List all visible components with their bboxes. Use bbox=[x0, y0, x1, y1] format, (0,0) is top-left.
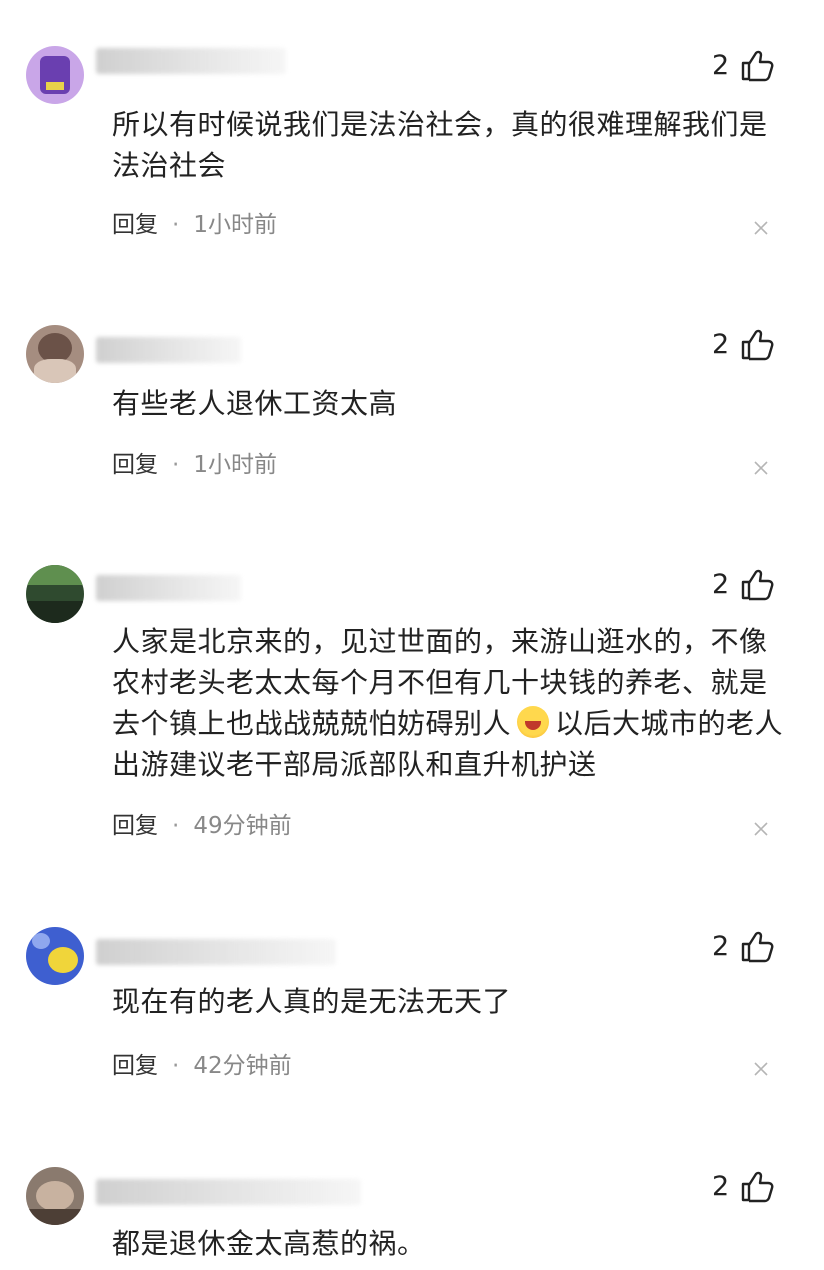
separator-dot: · bbox=[172, 212, 180, 238]
separator-dot: · bbox=[172, 452, 180, 478]
username-blurred[interactable] bbox=[96, 1179, 361, 1205]
thumbs-up-icon[interactable] bbox=[740, 569, 774, 601]
thumbs-up-icon[interactable] bbox=[740, 1171, 774, 1203]
separator-dot: · bbox=[172, 1053, 180, 1079]
comment-text: 现在有的老人真的是无法无天了 bbox=[112, 985, 512, 1018]
comment-time: 1小时前 bbox=[193, 212, 277, 238]
close-icon[interactable] bbox=[754, 221, 768, 235]
thumbs-up-icon[interactable] bbox=[740, 931, 774, 963]
username-blurred[interactable] bbox=[96, 939, 336, 965]
reply-button[interactable]: 回复 bbox=[112, 1051, 158, 1081]
comment-meta: 回复 · 42分钟前 bbox=[112, 1051, 292, 1081]
username-blurred[interactable] bbox=[96, 48, 286, 74]
username-blurred[interactable] bbox=[96, 337, 241, 363]
reply-button[interactable]: 回复 bbox=[112, 811, 158, 841]
comment-time: 1小时前 bbox=[193, 452, 277, 478]
close-icon[interactable] bbox=[754, 461, 768, 475]
close-icon[interactable] bbox=[754, 1062, 768, 1076]
comment-meta: 回复 · 1小时前 bbox=[112, 210, 277, 240]
reply-button[interactable]: 回复 bbox=[112, 210, 158, 240]
avatar[interactable] bbox=[26, 1167, 84, 1225]
avatar[interactable] bbox=[26, 927, 84, 985]
comment-text: 所以有时候说我们是法治社会，真的很难理解我们是法治社会 bbox=[112, 108, 768, 182]
username-blurred[interactable] bbox=[96, 575, 241, 601]
like-count: 2 bbox=[712, 569, 730, 600]
thumbs-up-icon[interactable] bbox=[740, 50, 774, 82]
laughing-crying-emoji bbox=[517, 706, 550, 738]
like-count: 2 bbox=[712, 931, 730, 962]
comment-time: 42分钟前 bbox=[193, 1053, 292, 1079]
comment-text: 都是退休金太高惹的祸。 bbox=[112, 1227, 426, 1260]
comment-text: 有些老人退休工资太高 bbox=[112, 387, 398, 420]
avatar[interactable] bbox=[26, 565, 84, 623]
like-count: 2 bbox=[712, 1171, 730, 1202]
thumbs-up-icon[interactable] bbox=[740, 329, 774, 361]
comment-meta: 回复 · 1小时前 bbox=[112, 450, 277, 480]
comment-text: 人家是北京来的，见过世面的，来游山逛水的，不像农村老头老太太每个月不但有几十块钱… bbox=[112, 621, 792, 785]
comment-time: 49分钟前 bbox=[193, 813, 292, 839]
like-count: 2 bbox=[712, 50, 730, 81]
comment-meta: 回复 · 49分钟前 bbox=[112, 811, 292, 841]
avatar[interactable] bbox=[26, 46, 84, 104]
avatar[interactable] bbox=[26, 325, 84, 383]
separator-dot: · bbox=[172, 813, 180, 839]
reply-button[interactable]: 回复 bbox=[112, 450, 158, 480]
like-count: 2 bbox=[712, 329, 730, 360]
close-icon[interactable] bbox=[754, 822, 768, 836]
